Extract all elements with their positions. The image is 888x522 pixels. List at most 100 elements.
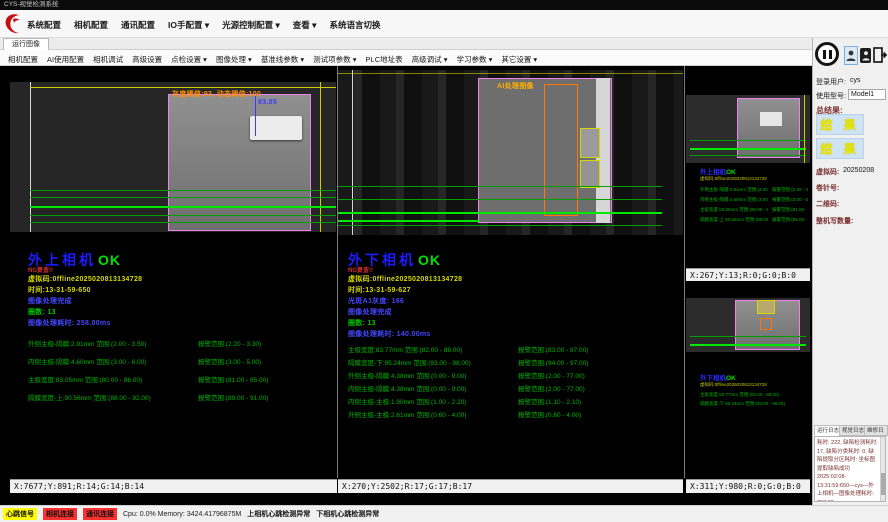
small-top-alarm-row: 报警范围:(81.00 - 85.00) xyxy=(772,207,808,213)
center-info-turns: 圈数: 13 xyxy=(348,318,376,328)
center-camera-image[interactable]: AI处理图像 xyxy=(338,70,683,235)
exit-button[interactable] xyxy=(873,46,887,64)
log-tab-maintenance[interactable]: 维修日志 xyxy=(864,425,888,436)
write-count-label: 整机写数量: xyxy=(816,216,853,226)
menu-items: 系统配置 相机配置 通讯配置 IO手配置 ▾ 光源控制配置 ▾ 查看 ▾ 系统语… xyxy=(27,19,380,31)
toolbar-advanced-debug[interactable]: 高级调试 ▾ xyxy=(412,54,448,65)
virtual-code-value: 20250208 xyxy=(843,167,874,174)
small-top-alarm-row: 报警范围:(2.20 - 3.30) xyxy=(772,187,808,193)
menu-item-view[interactable]: 查看 ▾ xyxy=(293,19,317,31)
left-camera-result: OK xyxy=(98,252,121,268)
small-top-measure-row: 主极宽度:83.05mm 范围:(80.00 - 86.00) xyxy=(700,207,768,213)
small-top-green-line-3 xyxy=(690,155,806,156)
toolbar-camera-config[interactable]: 相机配置 xyxy=(8,54,38,65)
left-info-turns: 圈数: 13 xyxy=(28,307,56,317)
log-tab-run[interactable]: 运行日志 xyxy=(814,425,842,436)
small-bottom-defect-box xyxy=(757,300,775,314)
user-login-button[interactable] xyxy=(844,46,858,65)
small-bottom-camera-image[interactable] xyxy=(686,298,810,352)
small-bottom-green-line-2 xyxy=(690,344,806,346)
center-alarm-row: 报警范围:(0.60 - 4.00) xyxy=(518,409,581,419)
small-top-coordinate-bar: X:267;Y:13;R:0;G:0;B:0 xyxy=(686,268,810,281)
left-info-elapsed: 图像处理耗时: 258.00ms xyxy=(28,318,111,328)
log-text-area[interactable]: 耗时: 222, 缺陷检测耗时: 17, 缺陷分类耗时: 0, 缺陷提取分区耗时… xyxy=(814,436,886,502)
app-window: CYS-视觉检测系统 系统配置 相机配置 通讯配置 IO手配置 ▾ 光源控制配置… xyxy=(0,0,888,522)
status-bar: 心跳信号 相机连接 通讯连接 Cpu: 0.0% Memory: 3424.41… xyxy=(0,505,888,522)
center-green-line-3 xyxy=(338,212,662,214)
small-top-measure-row: 隔膜宽度-上:90.56mm 范围:(88.00 - 92.00) xyxy=(700,217,768,223)
cpu-memory-status: Cpu: 0.0% Memory: 3424.41796875M xyxy=(123,511,241,518)
view-divider-2 xyxy=(684,66,685,478)
small-bottom-measure-row: 隔膜宽度-下:95.24mm 范围:(93.00 - 98.00) xyxy=(700,401,806,407)
menu-item-comm-config[interactable]: 通讯配置 xyxy=(121,19,155,31)
center-alarm-row: 报警范围:(1.10 - 2.10) xyxy=(518,396,581,406)
menu-item-io-config[interactable]: IO手配置 ▾ xyxy=(168,19,209,31)
result-badge-bottom: 结 果 xyxy=(816,138,864,159)
pause-icon xyxy=(829,50,832,59)
center-yellow-top-line xyxy=(338,73,683,74)
tab-run-image[interactable]: 运行图像 xyxy=(3,38,49,50)
toolbar-spot-check[interactable]: 点检设置 ▾ xyxy=(171,54,207,65)
log-scrollbar-thumb[interactable] xyxy=(881,473,886,495)
pause-button[interactable] xyxy=(815,42,839,66)
result-badge-top: 结 果 xyxy=(816,114,864,135)
left-alarm-row: 报警范围:(81.00 - 85.00) xyxy=(198,374,268,384)
model-value-field[interactable]: Model1 xyxy=(848,89,886,100)
toolbar-other-settings[interactable]: 其它设置 ▾ xyxy=(501,54,537,65)
menu-item-light-control-config[interactable]: 光源控制配置 ▾ xyxy=(222,19,280,31)
user-icon xyxy=(846,49,856,62)
center-green-line-1 xyxy=(338,186,662,187)
small-top-measure-row: 内侧主极-隔膜:4.60mm 范围:(3.00 - 6.00) xyxy=(700,197,768,203)
center-ng-note: NG复查!! xyxy=(348,265,373,274)
center-measure-row: 隔膜宽度-下:95.24mm 范围:(93.00 - 98.00) xyxy=(348,357,471,367)
center-orange-roi xyxy=(544,84,578,216)
center-alarm-row: 报警范围:(94.00 - 97.00) xyxy=(518,357,588,367)
menu-item-system-config[interactable]: 系统配置 xyxy=(27,19,61,31)
center-info-spot: 光斑A1灰度: 166 xyxy=(348,296,404,306)
toolbar-camera-debug[interactable]: 相机调试 xyxy=(93,54,123,65)
center-defect-box-1 xyxy=(580,128,600,158)
small-top-title: 外上相机OK xyxy=(700,166,736,176)
model-label: 使用型号: xyxy=(816,91,846,101)
pause-icon xyxy=(823,50,826,59)
small-bottom-green-line-1 xyxy=(690,336,806,337)
left-camera-image[interactable]: 灰度阈值:93, 动态阈值:100 83.05 xyxy=(10,82,336,232)
operator-button[interactable] xyxy=(860,48,871,63)
center-coordinate-bar: X:270;Y:2502;R:17;G:17;B:17 xyxy=(338,479,683,493)
left-measure-row: 隔膜宽度-上:90.56mm 范围:(88.00 - 92.00) xyxy=(28,392,151,402)
menu-item-language-switch[interactable]: 系统语言切换 xyxy=(329,19,380,31)
log-tab-vision[interactable]: 视觉日志 xyxy=(839,425,867,436)
small-top-alarm-row: 报警范围:(3.00 - 5.00) xyxy=(772,197,808,203)
left-coordinate-bar: X:7677;Y:891;R:14;G:14;B:14 xyxy=(10,479,337,493)
small-top-green-line-1 xyxy=(690,140,806,141)
needle-number-label: 卷针号: xyxy=(816,183,839,193)
toolbar: 相机配置 AI使用配置 相机调试 高级设置 点检设置 ▾ 图像处理 ▾ 基准线参… xyxy=(0,50,812,66)
small-top-green-line-2 xyxy=(690,148,806,150)
toolbar-image-processing[interactable]: 图像处理 ▾ xyxy=(216,54,252,65)
small-bottom-result: OK xyxy=(726,375,736,382)
window-titlebar[interactable]: CYS-视觉检测系统 xyxy=(0,0,888,10)
left-threshold-label: 灰度阈值:93, 动态阈值:100 xyxy=(172,89,261,99)
small-bottom-coordinate-bar: X:311;Y:980;R:0;G:0;B:0 xyxy=(686,479,810,493)
menu-item-camera-config[interactable]: 相机配置 xyxy=(74,19,108,31)
center-white-guide-line xyxy=(352,70,353,235)
center-alarm-row: 报警范围:(2.00 - 77.00) xyxy=(518,370,585,380)
small-top-camera-image[interactable] xyxy=(686,95,810,163)
left-measure-row: 内侧主极-隔膜:4.60mm 范围:(3.00 - 6.00) xyxy=(28,356,146,366)
center-measure-row: 内侧主极-隔膜:4.38mm 范围:(0.00 - 9.00) xyxy=(348,383,466,393)
toolbar-plc-address-table[interactable]: PLC地址表 xyxy=(366,54,403,65)
toolbar-baseline-params[interactable]: 基准线参数 ▾ xyxy=(261,54,304,65)
toolbar-test-params[interactable]: 测试项参数 ▾ xyxy=(313,54,356,65)
login-user-value: cys xyxy=(850,77,861,84)
small-bottom-orange-roi xyxy=(760,318,772,330)
toolbar-learn-params[interactable]: 学习参数 ▾ xyxy=(456,54,492,65)
left-info-time: 时间:13-31-59-650 xyxy=(28,285,91,295)
toolbar-ai-use-config[interactable]: AI使用配置 xyxy=(47,54,84,65)
log-scrollbar[interactable] xyxy=(880,437,885,501)
toolbar-advanced-settings[interactable]: 高级设置 xyxy=(132,54,162,65)
small-top-yellow-edge-line xyxy=(804,95,805,163)
left-yellow-top-line xyxy=(30,87,336,88)
center-defect-box-2 xyxy=(580,160,600,188)
center-green-line-4 xyxy=(338,220,480,222)
small-top-camera-name: 外上相机 xyxy=(700,169,726,176)
